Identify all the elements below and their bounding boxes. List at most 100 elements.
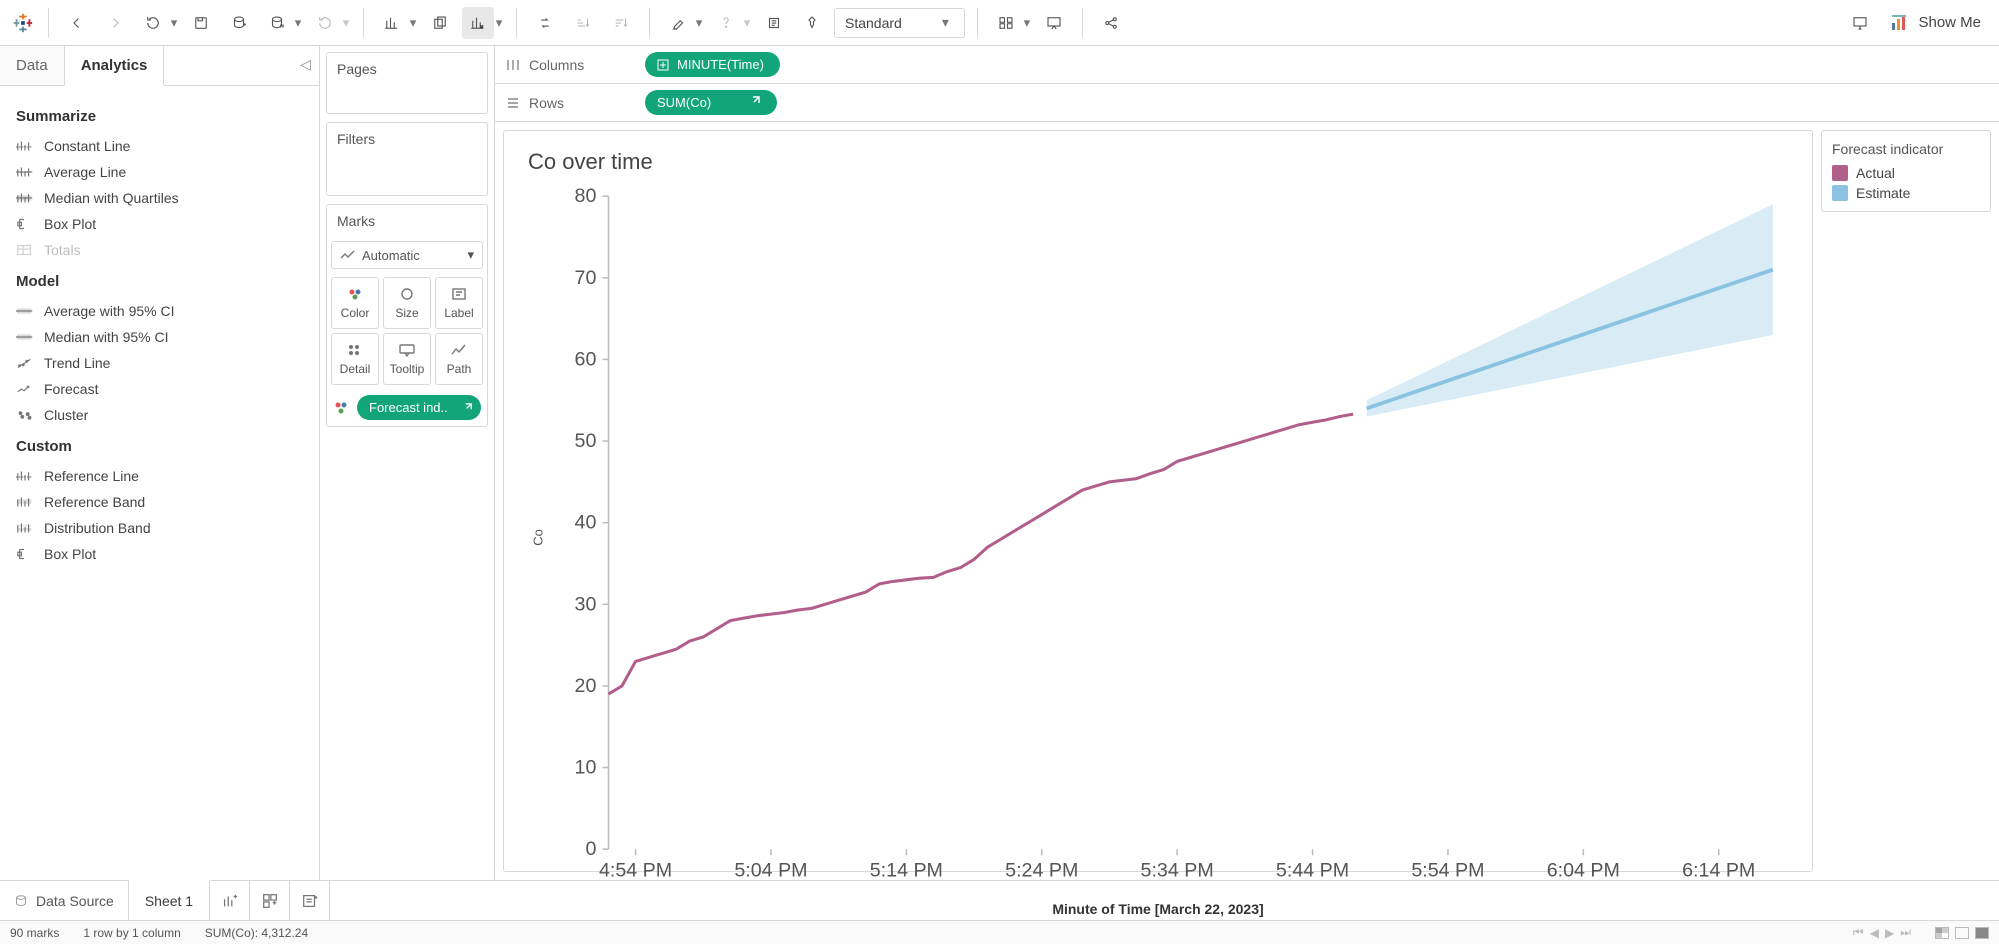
pin-button[interactable] xyxy=(796,7,828,39)
view-list-icon[interactable] xyxy=(1955,927,1969,939)
new-dashboard-tab-button[interactable] xyxy=(250,881,290,920)
legend-card[interactable]: Forecast indicator Actual Estimate xyxy=(1821,130,1991,212)
undo-button[interactable] xyxy=(61,7,93,39)
analytics-item-box-plot-custom[interactable]: Box Plot xyxy=(16,541,303,567)
analytics-item-label: Reference Band xyxy=(44,494,145,510)
new-data-source-button[interactable] xyxy=(223,7,255,39)
tab-analytics[interactable]: Analytics xyxy=(65,46,165,86)
sheet-tab-label: Sheet 1 xyxy=(145,893,193,909)
redo-button[interactable] xyxy=(99,7,131,39)
marks-grid: Color Size Label Detail xyxy=(327,273,487,389)
marks-detail-button[interactable]: Detail xyxy=(331,333,379,385)
marks-tooltip-button[interactable]: Tooltip xyxy=(383,333,431,385)
svg-text:5:54 PM: 5:54 PM xyxy=(1411,859,1484,881)
tab-data[interactable]: Data xyxy=(0,46,65,85)
nav-next-icon[interactable]: ▶ xyxy=(1885,926,1894,940)
analytics-item-label: Cluster xyxy=(44,407,88,423)
share-button[interactable] xyxy=(1095,7,1127,39)
pages-card[interactable]: Pages xyxy=(326,52,488,114)
new-worksheet-button[interactable] xyxy=(376,7,408,39)
caret-down-icon[interactable]: ▾ xyxy=(694,15,704,31)
analytics-item-distribution-band[interactable]: Distribution Band xyxy=(16,515,303,541)
analytics-item-constant-line[interactable]: Constant Line xyxy=(16,133,303,159)
collapse-sidebar-icon[interactable]: ◁ xyxy=(300,56,311,73)
analytics-item-label: Reference Line xyxy=(44,468,139,484)
svg-text:0: 0 xyxy=(585,838,596,860)
sort-asc-button[interactable] xyxy=(567,7,599,39)
svg-text:6:14 PM: 6:14 PM xyxy=(1682,859,1755,881)
chart-canvas[interactable]: 010203040506070804:54 PM5:04 PM5:14 PM5:… xyxy=(548,181,1788,895)
caret-down-icon[interactable]: ▾ xyxy=(341,15,351,31)
marks-path-button[interactable]: Path xyxy=(435,333,483,385)
new-story-tab-button[interactable] xyxy=(290,881,330,920)
y-axis-label[interactable]: Co xyxy=(528,181,548,895)
new-worksheet-tab-button[interactable] xyxy=(210,881,250,920)
revert-button[interactable] xyxy=(137,7,169,39)
caret-down-icon: ▾ xyxy=(942,14,954,31)
analytics-item-label: Trend Line xyxy=(44,355,110,371)
caret-down-icon[interactable]: ▾ xyxy=(169,15,179,31)
group-button[interactable] xyxy=(710,7,742,39)
legend-panel: Forecast indicator Actual Estimate xyxy=(1821,130,1991,872)
legend-swatch xyxy=(1832,165,1848,181)
analytics-item-median-quartiles[interactable]: Median with Quartiles xyxy=(16,185,303,211)
analytics-item-forecast[interactable]: Forecast xyxy=(16,376,303,402)
view-grid-icon[interactable] xyxy=(1935,927,1949,939)
sheet-tab-1[interactable]: Sheet 1 xyxy=(129,880,210,920)
rows-shelf[interactable]: Rows SUM(Co) xyxy=(495,84,1999,122)
pause-data-button[interactable] xyxy=(261,7,293,39)
show-me-button[interactable]: Show Me xyxy=(1882,7,1989,39)
marks-size-button[interactable]: Size xyxy=(383,277,431,329)
analytics-item-trend-line[interactable]: Trend Line xyxy=(16,350,303,376)
columns-pill-minute-time[interactable]: MINUTE(Time) xyxy=(645,52,780,77)
pill-label: MINUTE(Time) xyxy=(677,57,764,72)
svg-text:80: 80 xyxy=(575,185,597,207)
svg-text:70: 70 xyxy=(575,267,597,289)
marks-pill-forecast-indicator[interactable]: Forecast ind.. xyxy=(333,395,481,420)
analytics-item-box-plot[interactable]: Box Plot xyxy=(16,211,303,237)
filters-card[interactable]: Filters xyxy=(326,122,488,196)
viz-title[interactable]: Co over time xyxy=(528,149,1788,175)
tooltip-icon xyxy=(397,342,417,358)
rows-pill-sum-co[interactable]: SUM(Co) xyxy=(645,90,777,115)
fit-dropdown[interactable]: Standard ▾ xyxy=(834,8,965,38)
nav-last-icon[interactable]: ⏭ xyxy=(1900,925,1911,940)
highlight-button[interactable] xyxy=(662,7,694,39)
view-single-icon[interactable] xyxy=(1975,927,1989,939)
caret-down-icon[interactable]: ▾ xyxy=(494,15,504,31)
swap-button[interactable] xyxy=(529,7,561,39)
svg-text:30: 30 xyxy=(575,593,597,615)
data-source-tab[interactable]: Data Source xyxy=(0,881,129,920)
columns-shelf[interactable]: Columns MINUTE(Time) xyxy=(495,46,1999,84)
caret-down-icon[interactable]: ▾ xyxy=(1022,15,1032,31)
columns-label-text: Columns xyxy=(529,57,584,73)
duplicate-sheet-button[interactable] xyxy=(424,7,456,39)
legend-item-actual[interactable]: Actual xyxy=(1832,163,1980,183)
analytics-item-cluster[interactable]: Cluster xyxy=(16,402,303,428)
save-button[interactable] xyxy=(185,7,217,39)
marks-label-button[interactable]: Label xyxy=(435,277,483,329)
tableau-logo-icon xyxy=(10,10,36,36)
caret-down-icon: ▾ xyxy=(467,247,474,263)
analytics-item-reference-line[interactable]: Reference Line xyxy=(16,463,303,489)
caret-down-icon[interactable]: ▾ xyxy=(742,15,752,31)
caret-down-icon[interactable]: ▾ xyxy=(408,15,418,31)
refresh-button[interactable] xyxy=(309,7,341,39)
guide-button[interactable] xyxy=(1844,7,1876,39)
nav-first-icon[interactable]: ⏮ xyxy=(1853,925,1864,940)
marks-color-button[interactable]: Color xyxy=(331,277,379,329)
analytics-item-reference-band[interactable]: Reference Band xyxy=(16,489,303,515)
clear-sheet-button[interactable] xyxy=(462,7,494,39)
analytics-item-avg-ci[interactable]: Average with 95% CI xyxy=(16,298,303,324)
presentation-button[interactable] xyxy=(1038,7,1070,39)
nav-prev-icon[interactable]: ◀ xyxy=(1870,926,1879,940)
show-cards-button[interactable] xyxy=(990,7,1022,39)
rows-icon xyxy=(505,95,521,111)
marks-type-dropdown[interactable]: Automatic ▾ xyxy=(331,241,483,269)
sort-desc-button[interactable] xyxy=(605,7,637,39)
show-labels-button[interactable] xyxy=(758,7,790,39)
analytics-item-average-line[interactable]: Average Line xyxy=(16,159,303,185)
caret-down-icon[interactable]: ▾ xyxy=(293,15,303,31)
analytics-item-median-ci[interactable]: Median with 95% CI xyxy=(16,324,303,350)
legend-item-estimate[interactable]: Estimate xyxy=(1832,183,1980,203)
